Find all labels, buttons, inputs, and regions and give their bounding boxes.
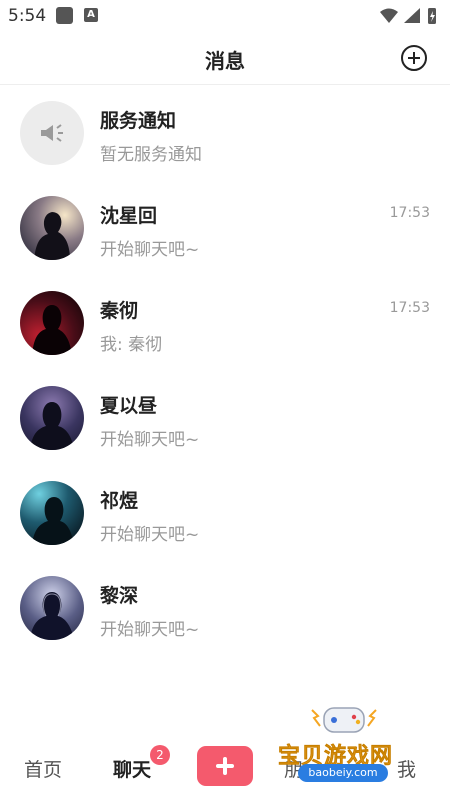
wifi-icon (380, 8, 398, 23)
chat-name: 夏以昼 (100, 395, 158, 417)
chat-preview: 开始聊天吧~ (100, 240, 200, 260)
chat-preview: 我: 秦彻 (100, 335, 163, 355)
chat-time: 17:53 (389, 300, 430, 316)
avatar (20, 481, 84, 545)
chat-preview: 暂无服务通知 (100, 145, 202, 165)
chat-preview: 开始聊天吧~ (100, 620, 200, 640)
nav-friends[interactable]: 朋 (284, 755, 303, 782)
notification-square-icon (56, 7, 73, 24)
signal-icon (404, 8, 420, 23)
avatar (20, 386, 84, 450)
plus-circle-icon[interactable] (400, 44, 428, 72)
chat-item[interactable]: 黎深 开始聊天吧~ (0, 561, 450, 657)
chat-item-service-notice[interactable]: 服务通知 暂无服务通知 (0, 86, 450, 182)
status-time: 5:54 (8, 6, 47, 26)
bottom-nav: 首页 聊天 2 朋 我 (0, 728, 450, 800)
avatar (20, 291, 84, 355)
chat-name: 沈星回 (100, 205, 158, 227)
publish-button[interactable] (197, 746, 253, 786)
chat-item[interactable]: 秦彻 我: 秦彻 17:53 (0, 276, 450, 372)
chat-name: 服务通知 (100, 110, 177, 132)
page-title: 消息 (205, 49, 245, 73)
avatar (20, 576, 84, 640)
chat-item[interactable]: 夏以昼 开始聊天吧~ (0, 371, 450, 467)
chat-time: 17:53 (389, 205, 430, 221)
megaphone-icon (41, 124, 63, 142)
nav-home[interactable]: 首页 (24, 755, 62, 782)
status-bar: 5:54 A (0, 0, 450, 32)
chat-name: 秦彻 (100, 300, 139, 322)
status-icons (380, 8, 436, 24)
nav-chat[interactable]: 聊天 (113, 755, 151, 782)
chat-item[interactable]: 沈星回 开始聊天吧~ 17:53 (0, 181, 450, 277)
app-notification-icon: A (84, 8, 98, 22)
chat-preview: 开始聊天吧~ (100, 430, 200, 450)
chat-item[interactable]: 祁煜 开始聊天吧~ (0, 466, 450, 562)
nav-me[interactable]: 我 (397, 755, 416, 782)
chat-name: 祁煜 (100, 490, 139, 512)
chat-name: 黎深 (100, 585, 139, 607)
avatar (20, 101, 84, 165)
unread-badge: 2 (150, 745, 170, 765)
avatar (20, 196, 84, 260)
chat-preview: 开始聊天吧~ (100, 525, 200, 545)
header: 消息 (0, 32, 450, 85)
